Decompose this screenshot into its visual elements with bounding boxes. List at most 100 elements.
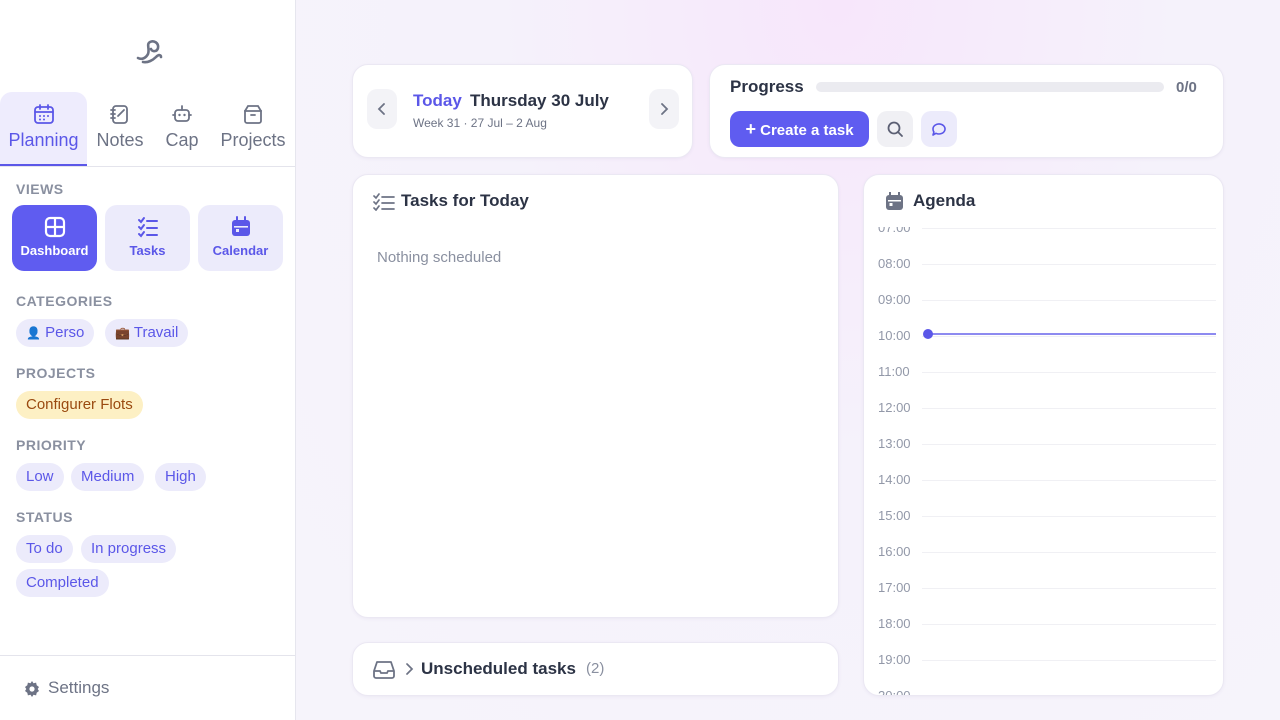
hour-label: 17:00 xyxy=(878,580,911,595)
tab-label: Notes xyxy=(96,130,144,150)
calendar-icon xyxy=(886,192,903,210)
settings-button[interactable]: Settings xyxy=(0,655,295,720)
search-button[interactable] xyxy=(877,111,913,147)
settings-label: Settings xyxy=(48,678,110,697)
create-task-label: Create a task xyxy=(760,122,854,139)
hour-gridline xyxy=(922,624,1216,625)
person-icon: 👤 xyxy=(26,326,41,340)
status-chip-completed[interactable]: Completed xyxy=(16,569,109,597)
agenda-timeline[interactable]: 07:00 08:00 09:00 10:00 11:00 12:00 13:00 14:00… xyxy=(872,227,1216,695)
tab-cap[interactable]: Cap xyxy=(156,92,208,166)
hour-gridline xyxy=(922,480,1216,481)
today-link[interactable]: Today xyxy=(413,91,462,111)
priority-chip-low[interactable]: Low xyxy=(16,463,64,491)
chevron-right-icon[interactable] xyxy=(404,663,414,675)
hour-gridline xyxy=(922,228,1216,229)
view-label: Dashboard xyxy=(20,243,89,258)
category-chip-travail[interactable]: 💼 Travail xyxy=(105,319,189,347)
status-chip-in-progress[interactable]: In progress xyxy=(81,535,177,563)
notebook-icon xyxy=(110,105,128,124)
module-tabs: Planning Notes Cap Projects xyxy=(0,92,295,167)
chat-button[interactable] xyxy=(921,111,957,147)
hour-label: 12:00 xyxy=(878,400,911,415)
tasks-today-panel: Tasks for Today Nothing scheduled xyxy=(352,174,839,618)
calendar-icon xyxy=(231,216,250,236)
chip-label: Perso xyxy=(45,324,85,341)
projects-heading: PROJECTS xyxy=(16,365,96,381)
agenda-hour-row[interactable]: 15:00 xyxy=(872,509,1216,545)
inbox-icon xyxy=(373,661,395,679)
calendar-icon xyxy=(33,104,54,124)
agenda-hour-row[interactable]: 09:00 xyxy=(872,293,1216,329)
view-tasks-button[interactable]: Tasks xyxy=(105,205,190,271)
tab-projects[interactable]: Projects xyxy=(214,92,292,166)
priority-chip-high[interactable]: High xyxy=(155,463,206,491)
hour-gridline xyxy=(922,552,1216,553)
agenda-hour-row[interactable]: 07:00 xyxy=(872,227,1216,257)
hour-label: 19:00 xyxy=(878,652,911,667)
tab-notes[interactable]: Notes xyxy=(88,92,152,166)
priority-heading: PRIORITY xyxy=(16,437,87,453)
hour-gridline xyxy=(922,660,1216,661)
hour-gridline xyxy=(922,372,1216,373)
hour-label: 20:00 xyxy=(878,689,911,696)
chevron-right-icon xyxy=(661,103,669,115)
hour-label: 10:00 xyxy=(878,328,911,343)
hour-gridline xyxy=(922,336,1216,337)
hour-gridline xyxy=(922,444,1216,445)
hour-label: 16:00 xyxy=(878,544,911,559)
current-time-dot xyxy=(923,329,933,339)
status-chip-todo[interactable]: To do xyxy=(16,535,73,563)
hour-gridline xyxy=(922,264,1216,265)
agenda-hour-row[interactable]: 14:00 xyxy=(872,473,1216,509)
current-date: Thursday 30 July xyxy=(470,91,609,110)
agenda-hour-row[interactable]: 16:00 xyxy=(872,545,1216,581)
agenda-hour-row[interactable]: 18:00 xyxy=(872,617,1216,653)
agenda-hour-row[interactable]: 08:00 xyxy=(872,257,1216,293)
create-task-button[interactable]: + Create a task xyxy=(730,111,869,147)
category-chip-perso[interactable]: 👤 Perso xyxy=(16,319,95,347)
empty-state-text: Nothing scheduled xyxy=(377,249,502,266)
hour-label: 09:00 xyxy=(878,292,911,307)
unscheduled-count: (2) xyxy=(586,660,605,677)
agenda-panel: Agenda 07:00 08:00 09:00 10:00 11:00 12:00 13:… xyxy=(863,174,1224,696)
hour-label: 13:00 xyxy=(878,436,911,451)
agenda-hour-row[interactable]: 11:00 xyxy=(872,365,1216,401)
hour-label: 18:00 xyxy=(878,616,911,631)
unscheduled-title: Unscheduled tasks xyxy=(421,659,576,678)
progress-title: Progress xyxy=(730,77,804,96)
gear-icon xyxy=(25,681,39,697)
project-chip[interactable]: Configurer Flots xyxy=(16,391,143,419)
sidebar: Planning Notes Cap Projects VIEWS Dashbo… xyxy=(0,0,296,720)
progress-count: 0/0 xyxy=(1176,79,1197,96)
priority-chip-medium[interactable]: Medium xyxy=(71,463,145,491)
view-dashboard-button[interactable]: Dashboard xyxy=(12,205,97,271)
views-heading: VIEWS xyxy=(16,181,64,197)
view-calendar-button[interactable]: Calendar xyxy=(198,205,283,271)
hour-gridline xyxy=(922,588,1216,589)
view-label: Calendar xyxy=(212,243,269,258)
agenda-hour-row[interactable]: 17:00 xyxy=(872,581,1216,617)
chip-label: Travail xyxy=(133,324,179,341)
agenda-hour-row[interactable]: 13:00 xyxy=(872,437,1216,473)
agenda-hour-row[interactable]: 20:00 xyxy=(872,689,1216,696)
tab-label: Cap xyxy=(165,130,199,150)
hour-gridline xyxy=(922,408,1216,409)
agenda-hour-row[interactable]: 19:00 xyxy=(872,653,1216,689)
plus-icon: + xyxy=(745,119,756,139)
prev-day-button[interactable] xyxy=(367,89,397,129)
next-day-button[interactable] xyxy=(649,89,679,129)
progress-bar xyxy=(816,82,1164,92)
status-heading: STATUS xyxy=(16,509,73,525)
unscheduled-panel[interactable]: Unscheduled tasks (2) xyxy=(352,642,839,696)
chevron-left-icon xyxy=(377,103,385,115)
tab-planning[interactable]: Planning xyxy=(0,92,87,166)
current-time-line xyxy=(928,333,1216,335)
checklist-icon xyxy=(137,217,158,238)
week-range: Week 31 · 27 Jul – 2 Aug xyxy=(413,116,547,130)
tasks-today-title: Tasks for Today xyxy=(401,191,529,210)
checklist-icon xyxy=(373,193,395,211)
agenda-hour-row[interactable]: 12:00 xyxy=(872,401,1216,437)
package-icon xyxy=(244,105,262,124)
robot-icon xyxy=(172,105,192,122)
